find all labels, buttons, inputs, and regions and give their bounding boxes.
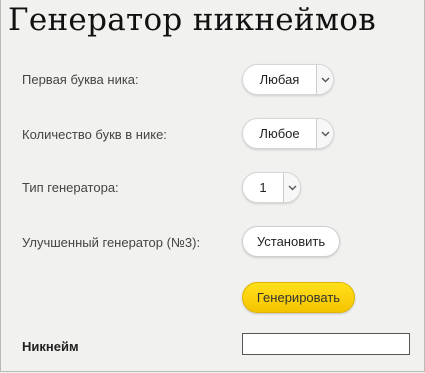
letter-count-value: Любое [259, 126, 300, 141]
nickname-field[interactable] [242, 333, 410, 355]
nickname-label: Никнейм [22, 339, 79, 354]
first-letter-select[interactable]: Любая [242, 64, 334, 95]
generate-button[interactable]: Генерировать [242, 282, 355, 313]
install-button[interactable]: Установить [242, 226, 340, 257]
letter-count-label: Количество букв в нике: [22, 127, 167, 142]
improved-generator-label: Улучшенный генератор (№3): [22, 235, 201, 250]
page-title: Генератор никнеймов [8, 2, 377, 38]
first-letter-label: Первая буква ника: [22, 72, 139, 87]
generator-type-label: Тип генератора: [22, 180, 119, 195]
first-letter-value: Любая [259, 72, 300, 87]
generator-type-select[interactable]: 1 [242, 172, 301, 203]
generator-type-value: 1 [259, 180, 267, 195]
letter-count-select[interactable]: Любое [242, 118, 334, 149]
